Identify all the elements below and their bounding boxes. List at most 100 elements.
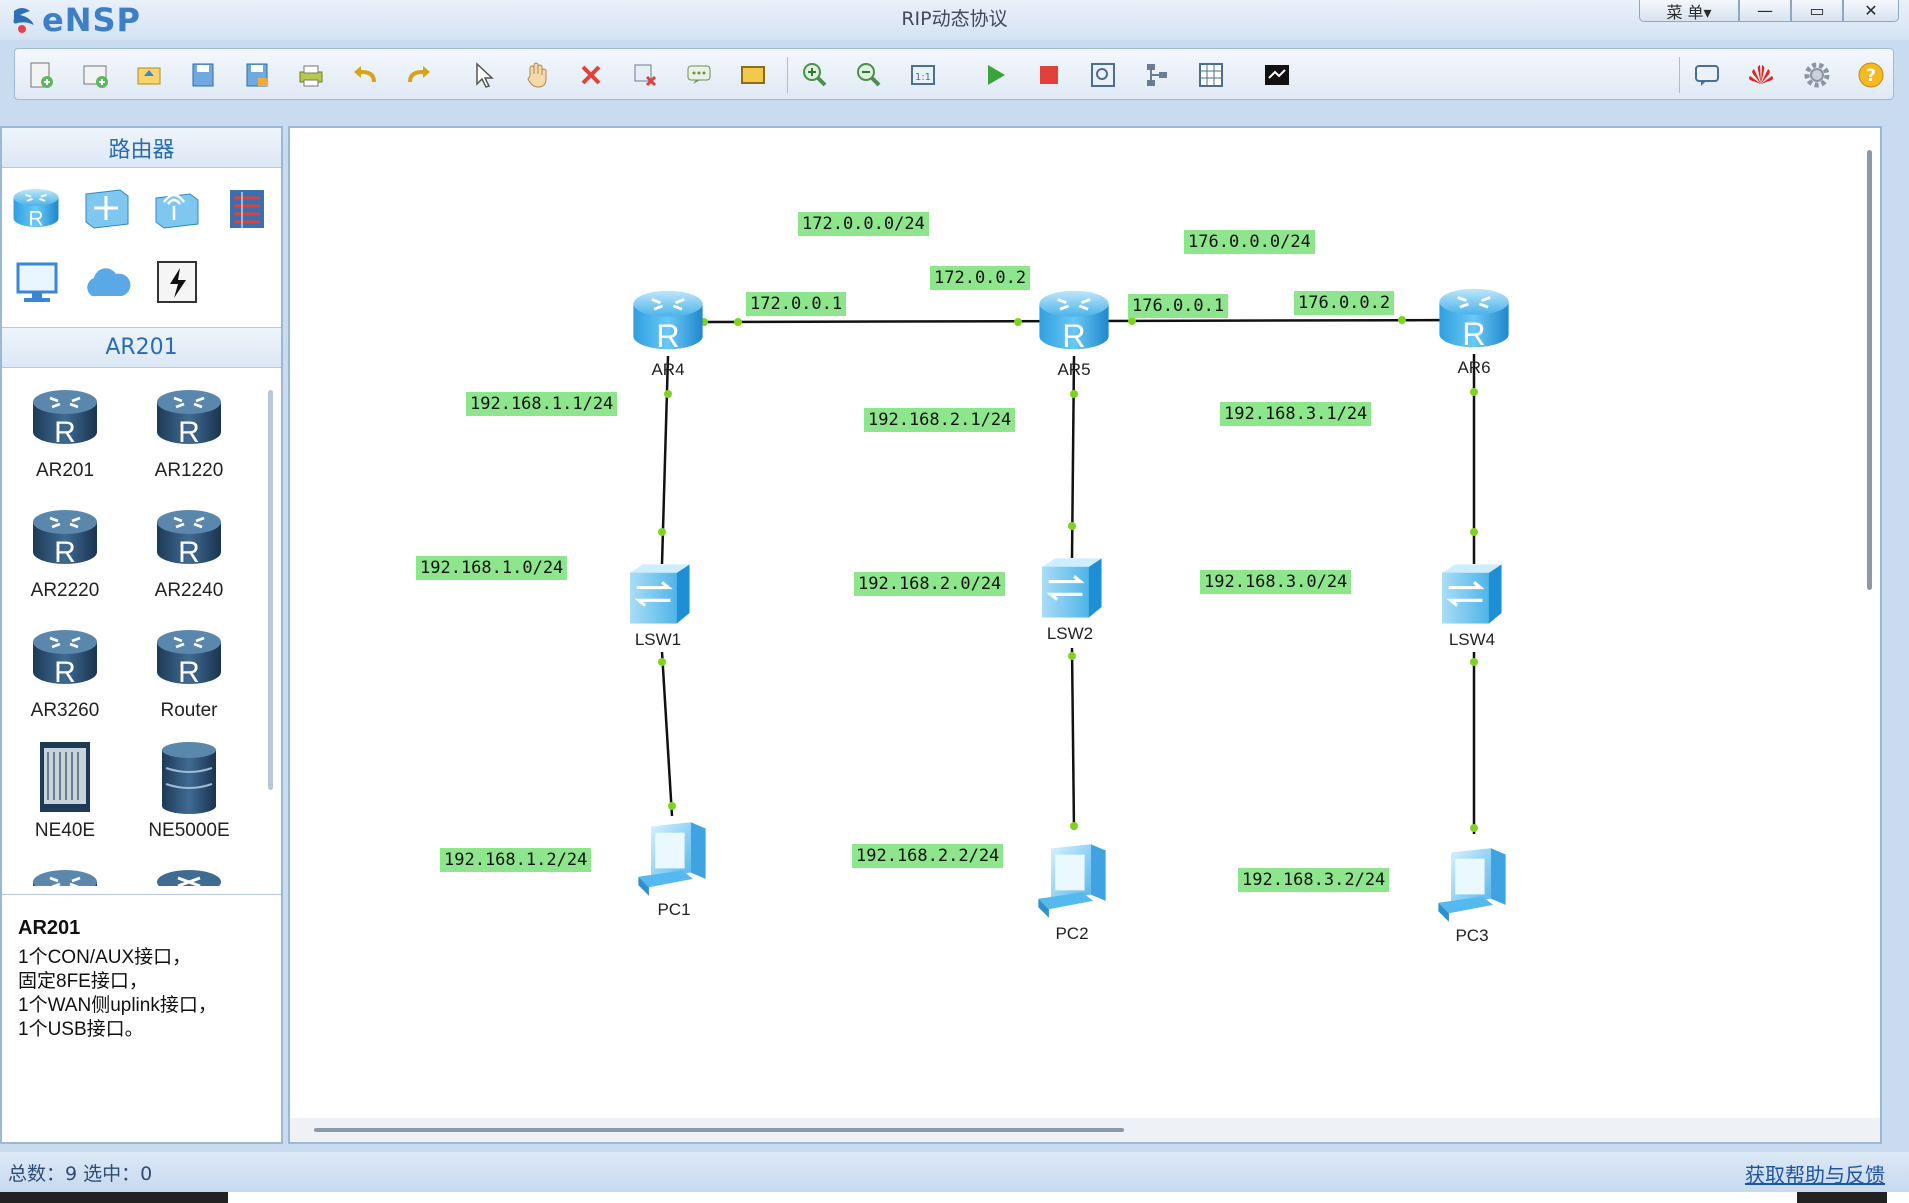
pc1-icon[interactable] bbox=[630, 818, 714, 902]
router-icon bbox=[152, 500, 226, 574]
device-item[interactable]: AR2220 bbox=[10, 500, 120, 602]
node-label-ar6: AR6 bbox=[1457, 358, 1491, 377]
ip-label[interactable]: 192.168.2.1/24 bbox=[864, 408, 1016, 432]
device-item[interactable]: Router bbox=[134, 620, 244, 722]
print-icon[interactable] bbox=[291, 55, 331, 95]
ip-label[interactable]: 192.168.2.2/24 bbox=[852, 844, 1004, 868]
core-router-icon bbox=[162, 742, 216, 814]
new-page-icon[interactable] bbox=[75, 55, 115, 95]
category-title: 路由器 bbox=[2, 128, 281, 168]
save-icon[interactable] bbox=[183, 55, 223, 95]
delete-link-icon[interactable] bbox=[625, 55, 665, 95]
chat-icon[interactable] bbox=[1687, 55, 1727, 95]
text-note-icon[interactable] bbox=[679, 55, 719, 95]
ip-label[interactable]: 192.168.3.0/24 bbox=[1200, 570, 1352, 594]
menu-button[interactable]: 菜 单▾ bbox=[1639, 0, 1739, 22]
settings-gear-icon[interactable] bbox=[1797, 55, 1837, 95]
description-title: AR201 bbox=[18, 917, 81, 939]
select-pointer-icon[interactable] bbox=[463, 55, 503, 95]
open-icon[interactable] bbox=[129, 55, 169, 95]
device-item[interactable]: NE40E bbox=[10, 740, 120, 842]
window-title: RIP动态协议 bbox=[901, 8, 1008, 30]
ip-label[interactable]: 172.0.0.2 bbox=[930, 266, 1031, 290]
start-device-icon[interactable] bbox=[975, 55, 1015, 95]
ip-label[interactable]: 192.168.3.1/24 bbox=[1220, 402, 1372, 426]
ip-label[interactable]: 192.168.2.0/24 bbox=[854, 572, 1006, 596]
link-lsw1-pc1 bbox=[660, 651, 674, 817]
undo-icon[interactable] bbox=[345, 55, 385, 95]
ip-label[interactable]: 172.0.0.1 bbox=[746, 292, 847, 316]
window-controls: 菜 单▾ — ▭ ✕ bbox=[1639, 0, 1899, 22]
terminal-icon[interactable] bbox=[1257, 55, 1297, 95]
canvas-horizontal-scrollbar[interactable] bbox=[314, 1128, 1124, 1132]
pc-category-icon[interactable] bbox=[8, 254, 64, 310]
device-item[interactable] bbox=[10, 860, 120, 886]
router-icon bbox=[28, 500, 102, 574]
pc3-icon[interactable] bbox=[1430, 844, 1514, 928]
router-icon bbox=[28, 380, 102, 454]
delete-icon[interactable] bbox=[571, 55, 611, 95]
router-icon bbox=[152, 620, 226, 694]
device-item[interactable]: AR201 bbox=[10, 380, 120, 482]
stop-device-icon[interactable] bbox=[1029, 55, 1069, 95]
description-line: 固定8FE接口， bbox=[18, 971, 148, 992]
topology-canvas[interactable]: AR4 AR5 AR6 LSW1 LSW2 LSW4 PC1 PC2 PC3 1… bbox=[288, 126, 1882, 1144]
device-item[interactable]: NE5000E bbox=[134, 740, 244, 842]
zoom-out-icon[interactable] bbox=[849, 55, 889, 95]
node-label-pc3: PC3 bbox=[1455, 926, 1489, 945]
firewall-category-icon[interactable] bbox=[218, 180, 274, 236]
device-list-scrollbar[interactable] bbox=[268, 390, 273, 790]
ip-label[interactable]: 192.168.1.0/24 bbox=[416, 556, 568, 580]
router-ar6-icon[interactable] bbox=[1434, 278, 1514, 358]
device-item[interactable]: AR3260 bbox=[10, 620, 120, 722]
rectangle-icon[interactable] bbox=[733, 55, 773, 95]
ip-label[interactable]: 176.0.0.2 bbox=[1294, 291, 1395, 315]
help-feedback-link[interactable]: 获取帮助与反馈 bbox=[1745, 1159, 1885, 1188]
other-device-icon[interactable] bbox=[148, 254, 204, 310]
minimize-button[interactable]: — bbox=[1739, 0, 1791, 22]
zoom-in-icon[interactable] bbox=[795, 55, 835, 95]
router-icon bbox=[152, 380, 226, 454]
router-category-icon[interactable] bbox=[8, 180, 64, 236]
device-list-title: AR201 bbox=[2, 328, 281, 368]
ip-label[interactable]: 192.168.1.2/24 bbox=[440, 848, 592, 872]
node-label-lsw4: LSW4 bbox=[1448, 630, 1496, 649]
taskbar-strip bbox=[0, 1192, 1909, 1203]
help-icon[interactable]: ? bbox=[1851, 55, 1891, 95]
grid-icon[interactable] bbox=[1191, 55, 1231, 95]
redo-icon[interactable] bbox=[399, 55, 439, 95]
device-description: AR201 1个CON/AUX接口， 固定8FE接口， 1个WAN侧uplink… bbox=[2, 894, 281, 1144]
switch-lsw2-icon[interactable] bbox=[1036, 552, 1110, 626]
router-ar4-icon[interactable] bbox=[628, 280, 708, 360]
device-item[interactable] bbox=[134, 860, 244, 886]
topology-icon[interactable] bbox=[1137, 55, 1177, 95]
ip-label[interactable]: 176.0.0.0/24 bbox=[1184, 230, 1315, 254]
wlan-category-icon[interactable] bbox=[148, 180, 204, 236]
node-label-lsw1: LSW1 bbox=[634, 630, 682, 649]
device-item[interactable]: AR1220 bbox=[134, 380, 244, 482]
save-as-icon[interactable] bbox=[237, 55, 277, 95]
pan-hand-icon[interactable] bbox=[517, 55, 557, 95]
svg-text:1:1: 1:1 bbox=[915, 72, 931, 83]
fit-view-icon[interactable]: 1:1 bbox=[903, 55, 943, 95]
switch-lsw4-icon[interactable] bbox=[1436, 558, 1510, 632]
capture-icon[interactable] bbox=[1083, 55, 1123, 95]
router-ar5-icon[interactable] bbox=[1034, 280, 1114, 360]
canvas-vertical-scrollbar[interactable] bbox=[1867, 150, 1872, 590]
pc2-icon[interactable] bbox=[1030, 840, 1114, 924]
device-item[interactable]: AR2240 bbox=[134, 500, 244, 602]
description-line: 1个WAN侧uplink接口， bbox=[18, 995, 217, 1016]
huawei-icon[interactable] bbox=[1741, 55, 1781, 95]
switch-lsw1-icon[interactable] bbox=[624, 558, 698, 632]
description-line: 1个USB接口。 bbox=[18, 1019, 144, 1040]
maximize-button[interactable]: ▭ bbox=[1791, 0, 1843, 22]
ip-label[interactable]: 176.0.0.1 bbox=[1128, 294, 1229, 318]
new-topology-icon[interactable] bbox=[21, 55, 61, 95]
status-bar: 总数：9 选中：0 获取帮助与反馈 bbox=[0, 1152, 1909, 1192]
ip-label[interactable]: 192.168.1.1/24 bbox=[466, 392, 618, 416]
cloud-category-icon[interactable] bbox=[78, 254, 134, 310]
ip-label[interactable]: 192.168.3.2/24 bbox=[1238, 868, 1390, 892]
close-button[interactable]: ✕ bbox=[1843, 0, 1899, 22]
ip-label[interactable]: 172.0.0.0/24 bbox=[798, 212, 929, 236]
switch-category-icon[interactable] bbox=[78, 180, 134, 236]
